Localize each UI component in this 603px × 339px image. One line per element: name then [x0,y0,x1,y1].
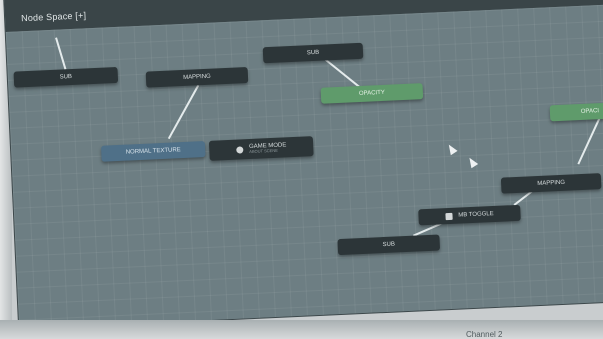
node-opacity-right[interactable]: OPACI [549,101,603,122]
node-label: OPACITY [358,89,385,97]
node-label: MAPPING [537,179,566,187]
game-mode-text: GAME MODE ABOUT SCENE [249,142,287,155]
node-label: SUB [59,74,73,81]
editor-title: Node Space [+] [20,10,87,24]
node-label: MB TOGGLE [458,211,494,219]
node-label: NORMAL TEXTURE [125,147,181,156]
footer-tab[interactable]: Channel 2 [466,330,502,339]
node-canvas[interactable]: SUB MAPPING SUB OPACITY OPACI NORMAL TEX… [5,2,603,329]
node-label: OPACI [580,108,600,115]
sphere-icon [235,145,244,154]
camera-icon [445,212,453,220]
wire-top-to-sub [55,37,67,70]
monitor-bezel-bottom [0,320,603,339]
node-editor-screen: Node Space [+] SUB MAPPING SUB OPACITY O… [4,0,603,329]
wire-sub-to-opacity [324,58,362,89]
wire-mapping-to-normal [167,84,200,140]
node-label: SUB [306,49,320,57]
node-sublabel: ABOUT SCENE [249,147,278,155]
node-label: SUB [382,241,396,249]
node-label: MAPPING [183,73,211,81]
